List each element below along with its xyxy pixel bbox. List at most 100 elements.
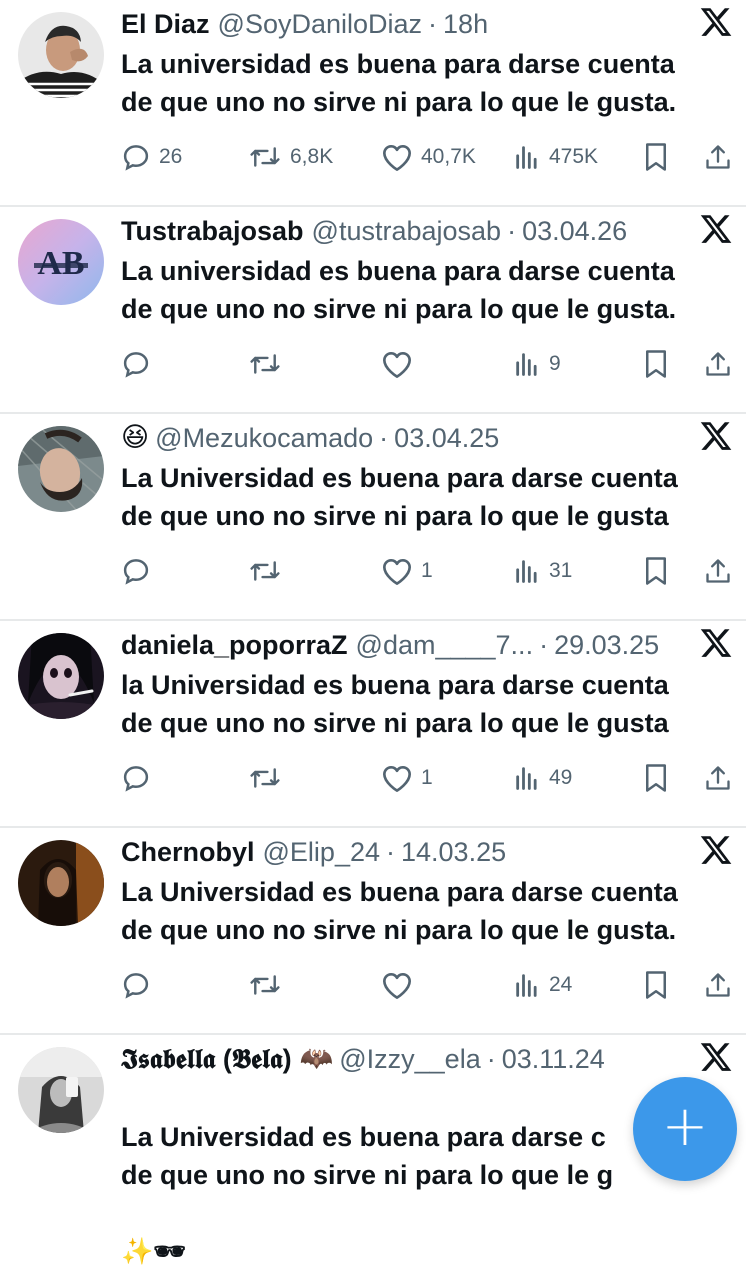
retweet-button[interactable] — [248, 347, 290, 381]
action-bar: 26 6,8K 40,7K 475K — [0, 140, 746, 174]
reply-count: 26 — [159, 145, 183, 168]
tweet-item[interactable]: El Diaz @SoyDaniloDiaz · 18h La universi… — [0, 0, 746, 207]
bookmark-icon — [646, 764, 666, 792]
tweet-date[interactable]: 18h — [443, 6, 488, 42]
bookmark-button[interactable] — [642, 968, 670, 1002]
separator-dot: · — [386, 837, 395, 867]
emoji-display-name[interactable]: 😆 — [121, 420, 149, 456]
separator-dot: · — [428, 9, 438, 39]
display-name[interactable]: Chernobyl — [121, 834, 255, 870]
action-bar: 9 — [0, 347, 746, 381]
retweet-button[interactable]: 6,8K — [248, 140, 333, 174]
tweet-item[interactable]: daniela_poporraZ @dam____7... · 29.03.25… — [0, 621, 746, 828]
avatar[interactable] — [18, 12, 104, 98]
retweet-icon — [250, 975, 280, 995]
display-name[interactable]: daniela_poporraZ — [121, 627, 348, 663]
like-button[interactable]: 1 — [381, 761, 433, 795]
reply-button[interactable]: 26 — [121, 140, 182, 174]
x-logo-icon — [700, 629, 732, 657]
like-count: 1 — [421, 559, 433, 582]
reply-button[interactable] — [121, 554, 159, 588]
tweet-item[interactable]: 😆 @Mezukocamado · 03.04.25 La Universida… — [0, 414, 746, 621]
views-count: 24 — [549, 973, 573, 996]
share-button[interactable] — [704, 140, 732, 174]
views-icon — [516, 974, 537, 997]
user-handle[interactable]: @dam____7... — [356, 627, 534, 663]
avatar[interactable]: AB — [18, 219, 104, 305]
person-photo-avatar-icon — [18, 633, 104, 719]
person-photo-avatar-icon — [18, 840, 104, 926]
user-handle[interactable]: @tustrabajosab — [312, 213, 502, 249]
user-handle[interactable]: @Izzy__ela — [339, 1041, 480, 1077]
bookmark-button[interactable] — [642, 140, 670, 174]
tweet-text: la Universidad es buena para darse cuent… — [121, 670, 669, 738]
reply-button[interactable] — [121, 761, 159, 795]
display-name[interactable]: 𝕴𝖘𝖆𝖇𝖊𝖑𝖑𝖆 (𝕭𝖊𝖑𝖆) — [121, 1041, 292, 1077]
like-count: 40,7K — [421, 145, 476, 168]
retweet-button[interactable] — [248, 761, 290, 795]
action-bar: 24 — [0, 968, 746, 1002]
user-handle[interactable]: @Elip_24 — [263, 834, 380, 870]
views-icon — [516, 767, 537, 790]
like-button[interactable]: 1 — [381, 554, 433, 588]
reply-button[interactable] — [121, 968, 159, 1002]
share-button[interactable] — [704, 554, 732, 588]
views-count: 31 — [549, 559, 573, 582]
bookmark-button[interactable] — [642, 554, 670, 588]
bat-emoji: 🦇 — [299, 1043, 334, 1074]
tweet-text: La universidad es buena para darse cuent… — [121, 256, 677, 324]
like-button[interactable]: 40,7K — [381, 140, 476, 174]
views-icon — [516, 353, 537, 376]
tweet-header: Chernobyl @Elip_24 · 14.03.25 — [121, 834, 691, 870]
views-count: 475K — [549, 145, 599, 168]
tweet-item[interactable]: Chernobyl @Elip_24 · 14.03.25 La Univers… — [0, 828, 746, 1035]
user-handle[interactable]: @SoyDaniloDiaz — [218, 6, 423, 42]
views-button[interactable]: 9 — [513, 347, 561, 381]
retweet-button[interactable] — [248, 968, 290, 1002]
action-bar: 1 49 — [0, 761, 746, 795]
avatar[interactable] — [18, 426, 104, 512]
display-name[interactable]: Tustrabajosab — [121, 213, 304, 249]
retweet-icon — [250, 561, 280, 581]
tweet-emoji-line: ✨🕶 — [121, 1237, 187, 1267]
like-button[interactable] — [381, 968, 421, 1002]
reply-icon — [123, 145, 149, 171]
views-button[interactable]: 31 — [513, 554, 572, 588]
avatar[interactable] — [18, 840, 104, 926]
reply-icon — [123, 352, 149, 378]
share-button[interactable] — [704, 347, 732, 381]
bookmark-button[interactable] — [642, 347, 670, 381]
tweet-header: 😆 @Mezukocamado · 03.04.25 — [121, 420, 691, 456]
tweet-date[interactable]: 29.03.25 — [554, 627, 659, 663]
bookmark-button[interactable] — [642, 761, 670, 795]
share-button[interactable] — [704, 968, 732, 1002]
views-count: 49 — [549, 766, 573, 789]
retweet-button[interactable] — [248, 554, 290, 588]
bookmark-icon — [646, 350, 666, 378]
tweet-date[interactable]: 03.04.25 — [394, 420, 499, 456]
tweet-header: Tustrabajosab @tustrabajosab · 03.04.26 — [121, 213, 691, 249]
tweet-date[interactable]: 03.11.24 — [502, 1041, 605, 1077]
separator-dot: · — [379, 423, 389, 453]
user-handle[interactable]: @Mezukocamado — [155, 420, 373, 456]
tweet-date[interactable]: 14.03.25 — [401, 834, 506, 870]
views-button[interactable]: 49 — [513, 761, 572, 795]
tweet-feed: El Diaz @SoyDaniloDiaz · 18h La universi… — [0, 0, 746, 1267]
reply-button[interactable] — [121, 347, 159, 381]
like-button[interactable] — [381, 347, 421, 381]
tweet-date[interactable]: 03.04.26 — [522, 213, 627, 249]
compose-button[interactable]: + — [633, 1077, 737, 1181]
retweet-icon — [250, 354, 280, 374]
views-button[interactable]: 24 — [513, 968, 572, 1002]
retweet-icon — [250, 768, 280, 788]
tweet-text: La universidad es buena para darse cuent… — [121, 49, 677, 117]
x-logo-icon — [700, 836, 732, 864]
views-button[interactable]: 475K — [513, 140, 598, 174]
like-count: 1 — [421, 766, 433, 789]
tweet-header: daniela_poporraZ @dam____7... · 29.03.25 — [121, 627, 691, 663]
share-button[interactable] — [704, 761, 732, 795]
tweet-item[interactable]: AB Tustrabajosab @tustrabajosab · 03.04.… — [0, 207, 746, 414]
display-name[interactable]: El Diaz — [121, 6, 210, 42]
avatar[interactable] — [18, 633, 104, 719]
avatar[interactable] — [18, 1047, 104, 1133]
